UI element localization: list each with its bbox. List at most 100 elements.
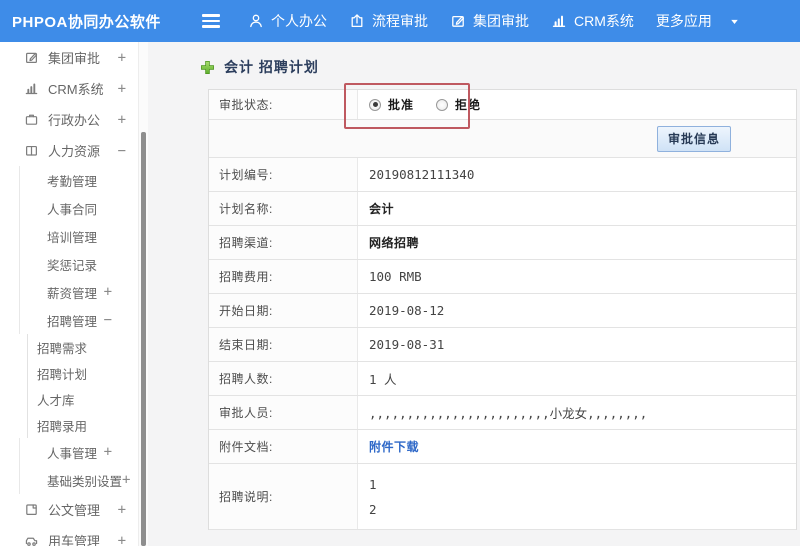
sidebar-item-talent-pool[interactable]: 人才库 bbox=[27, 386, 138, 412]
sidebar-item-attendance-mgmt[interactable]: 考勤管理 bbox=[19, 166, 138, 194]
sidebar-item-hr-contract[interactable]: 人事合同 bbox=[19, 194, 138, 222]
sidebar-item-recruitment-plan[interactable]: 招聘计划 bbox=[27, 360, 138, 386]
nav-item-label: 流程审批 bbox=[372, 13, 428, 29]
approval-status-row: 审批状态: 批准 拒绝 bbox=[209, 90, 796, 120]
field-end-date-value: 2019-08-31 bbox=[369, 337, 445, 352]
process-icon bbox=[349, 13, 365, 29]
sidebar-item-crm-system[interactable]: CRM系统 + bbox=[0, 73, 138, 104]
expand-plus-icon[interactable]: + bbox=[122, 472, 130, 488]
sidebar-item-recruitment-hiring[interactable]: 招聘录用 bbox=[27, 412, 138, 438]
field-plan-name-row: 计划名称: 会计 bbox=[209, 192, 796, 226]
user-icon bbox=[248, 13, 264, 29]
briefcase-icon bbox=[24, 112, 39, 127]
nav-item-label: 集团审批 bbox=[473, 13, 529, 29]
sidebar-item-recruitment-demand[interactable]: 招聘需求 bbox=[27, 334, 138, 360]
sidebar-item-recruitment-mgmt[interactable]: 招聘管理 − bbox=[19, 306, 138, 334]
sidebar-item-label: 薪资管理 bbox=[47, 286, 98, 301]
field-approvers-row: 审批人员: ,,,,,,,,,,,,,,,,,,,,,,,,小龙女,,,,,,,, bbox=[209, 396, 796, 430]
chart-icon bbox=[24, 81, 39, 96]
sidebar-item-label: 集团审批 bbox=[48, 51, 101, 66]
radio-reject-label: 拒绝 bbox=[455, 98, 482, 112]
field-plan-name-value: 会计 bbox=[369, 202, 395, 216]
sidebar-item-label: 用车管理 bbox=[48, 534, 101, 546]
field-headcount-row: 招聘人数: 1 人 bbox=[209, 362, 796, 396]
expand-plus-icon[interactable]: + bbox=[104, 444, 112, 460]
field-approvers-label: 审批人员: bbox=[209, 396, 358, 429]
sidebar-item-vehicle-mgmt[interactable]: 用车管理 + bbox=[0, 525, 138, 546]
expand-plus-icon[interactable]: + bbox=[118, 81, 126, 97]
field-approvers-value: ,,,,,,,,,,,,,,,,,,,,,,,,小龙女,,,,,,,, bbox=[369, 406, 648, 421]
field-description-label: 招聘说明: bbox=[209, 464, 358, 529]
sidebar-scrollbar-track bbox=[138, 42, 148, 546]
sidebar-item-human-resources[interactable]: 人力资源 − bbox=[0, 135, 138, 166]
sidebar-item-label: 招聘录用 bbox=[37, 419, 88, 434]
topbar: PHPOA协同办公软件 个人办公 流程审批 集团审批 CRM系统 更多应用 bbox=[0, 0, 800, 42]
field-channel-row: 招聘渠道: 网络招聘 bbox=[209, 226, 796, 260]
field-channel-value: 网络招聘 bbox=[369, 236, 420, 250]
sidebar-item-label: 培训管理 bbox=[47, 230, 98, 245]
caret-down-icon[interactable] bbox=[728, 15, 741, 28]
menu-icon[interactable] bbox=[202, 14, 222, 28]
radio-approve-label: 批准 bbox=[388, 98, 415, 112]
field-description-row: 招聘说明: 1 2 bbox=[209, 464, 796, 530]
sidebar-scrollbar-thumb[interactable] bbox=[141, 132, 146, 546]
expand-plus-icon[interactable]: + bbox=[118, 50, 126, 66]
field-plan-number-label: 计划编号: bbox=[209, 158, 358, 191]
recruitment-plan-detail-table: 审批状态: 批准 拒绝 审批信息 计划编号: 20190812111340 计划名称… bbox=[208, 89, 797, 530]
sidebar-item-document-mgmt[interactable]: 公文管理 + bbox=[0, 494, 138, 525]
sidebar-item-label: 人事管理 bbox=[47, 446, 98, 461]
add-plus-icon bbox=[200, 60, 215, 75]
sidebar-item-admin-office[interactable]: 行政办公 + bbox=[0, 104, 138, 135]
topbar-nav: 个人办公 流程审批 集团审批 CRM系统 更多应用 bbox=[248, 11, 741, 31]
nav-item-process-approval[interactable]: 流程审批 bbox=[349, 11, 428, 31]
expand-plus-icon[interactable]: + bbox=[118, 502, 126, 518]
nav-item-personal-office[interactable]: 个人办公 bbox=[248, 11, 327, 31]
sidebar-item-label: 人力资源 bbox=[48, 144, 101, 159]
field-headcount-label: 招聘人数: bbox=[209, 362, 358, 395]
nav-item-label: 个人办公 bbox=[271, 13, 327, 29]
collapse-minus-icon[interactable]: − bbox=[104, 312, 112, 328]
sidebar: 集团审批 + CRM系统 + 行政办公 + 人力资源 − 考勤管理 人事合同 培训管理 奖惩记录 薪资管… bbox=[0, 42, 138, 546]
sidebar-item-group-approval[interactable]: 集团审批 + bbox=[0, 42, 138, 73]
sidebar-item-label: 招聘需求 bbox=[37, 341, 88, 356]
collapse-minus-icon[interactable]: − bbox=[118, 143, 126, 159]
page-title-text: 会计 招聘计划 bbox=[224, 59, 319, 75]
sidebar-item-label: 招聘管理 bbox=[47, 314, 98, 329]
sidebar-item-label: 招聘计划 bbox=[37, 367, 88, 382]
sidebar-item-base-category-settings[interactable]: 基础类别设置 + bbox=[19, 466, 138, 494]
expand-plus-icon[interactable]: + bbox=[118, 112, 126, 128]
field-headcount-value: 1 人 bbox=[369, 372, 397, 387]
nav-item-more-apps[interactable]: 更多应用 bbox=[656, 11, 712, 31]
sidebar-item-salary-mgmt[interactable]: 薪资管理 + bbox=[19, 278, 138, 306]
sidebar-item-reward-punishment[interactable]: 奖惩记录 bbox=[19, 250, 138, 278]
nav-item-crm-system[interactable]: CRM系统 bbox=[551, 11, 634, 31]
edit-icon bbox=[24, 50, 39, 65]
sidebar-item-label: 基础类别设置 bbox=[47, 474, 123, 489]
nav-item-label: CRM系统 bbox=[574, 13, 634, 29]
sidebar-item-label: 奖惩记录 bbox=[47, 258, 98, 273]
chart-icon bbox=[551, 13, 567, 29]
sidebar-item-training-mgmt[interactable]: 培训管理 bbox=[19, 222, 138, 250]
field-cost-value: 100 RMB bbox=[369, 269, 422, 284]
field-attachment-label: 附件文档: bbox=[209, 430, 358, 463]
nav-item-group-approval[interactable]: 集团审批 bbox=[450, 11, 529, 31]
field-start-date-row: 开始日期: 2019-08-12 bbox=[209, 294, 796, 328]
field-attachment-link[interactable]: 附件下载 bbox=[369, 438, 419, 455]
radio-approve[interactable] bbox=[369, 98, 381, 111]
approval-info-button[interactable]: 审批信息 bbox=[656, 125, 731, 152]
approval-info-row: 审批信息 bbox=[209, 120, 796, 158]
field-end-date-label: 结束日期: bbox=[209, 328, 358, 361]
radio-reject[interactable] bbox=[436, 98, 449, 111]
field-description-line: 1 bbox=[369, 476, 377, 492]
field-attachment-row: 附件文档: 附件下载 bbox=[209, 430, 796, 464]
field-plan-name-label: 计划名称: bbox=[209, 192, 358, 225]
sidebar-item-label: 人事合同 bbox=[47, 202, 98, 217]
car-icon bbox=[24, 533, 39, 546]
edit-icon bbox=[450, 13, 466, 29]
field-plan-number-row: 计划编号: 20190812111340 bbox=[209, 158, 796, 192]
field-start-date-value: 2019-08-12 bbox=[369, 303, 445, 318]
sidebar-item-label: 公文管理 bbox=[48, 503, 101, 518]
expand-plus-icon[interactable]: + bbox=[118, 533, 126, 546]
sidebar-item-personnel-mgmt[interactable]: 人事管理 + bbox=[19, 438, 138, 466]
expand-plus-icon[interactable]: + bbox=[104, 284, 112, 300]
